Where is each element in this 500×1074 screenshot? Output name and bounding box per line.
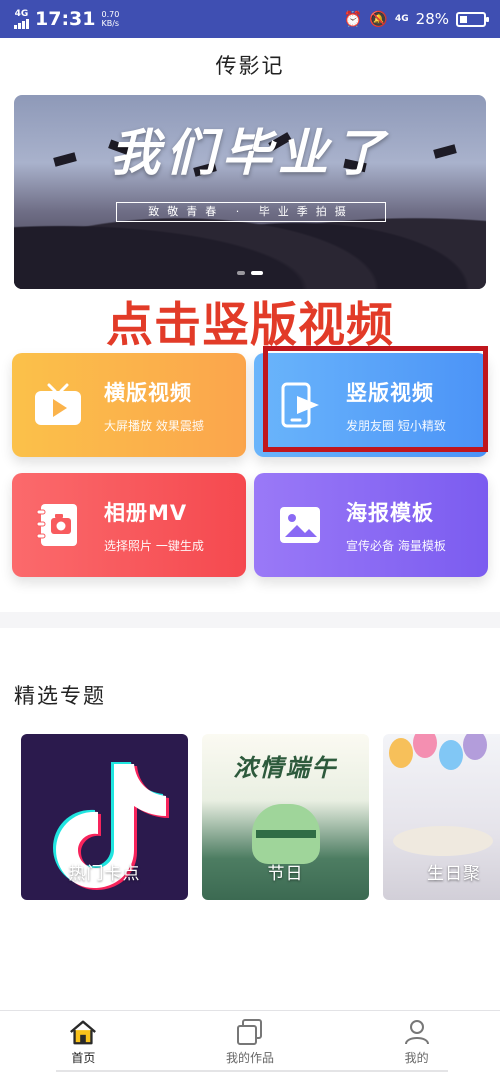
tv-icon bbox=[26, 383, 90, 427]
zongzi-illustration bbox=[252, 804, 320, 864]
home-icon bbox=[68, 1019, 98, 1045]
nav-label: 首页 bbox=[71, 1051, 96, 1065]
album-icon bbox=[26, 500, 90, 550]
annotation-highlight-box bbox=[263, 346, 488, 452]
card-title: 海报模板 bbox=[346, 500, 434, 525]
card-subtitle: 选择照片 一键生成 bbox=[104, 538, 204, 553]
works-icon bbox=[235, 1019, 265, 1045]
topic-label: 生日聚 bbox=[427, 864, 481, 884]
signal-icon: 4G bbox=[14, 9, 29, 29]
status-bar: 4G 17:31 0.70 KB/s ⏰ 🔕 4G 28% bbox=[0, 0, 500, 38]
carousel-dots bbox=[237, 271, 263, 275]
topic-card-birthday[interactable]: 生日聚 bbox=[383, 734, 500, 900]
card-title: 相册MV bbox=[104, 500, 188, 525]
topic-card-festival[interactable]: 浓情端午 节日 bbox=[202, 734, 369, 900]
battery-icon bbox=[456, 11, 489, 27]
profile-icon bbox=[402, 1019, 432, 1045]
horizontal-video-card[interactable]: 横版视频 大屏播放 效果震撼 bbox=[12, 353, 246, 457]
nav-my-works[interactable]: 我的作品 bbox=[167, 1011, 334, 1074]
festival-poster-text: 浓情端午 bbox=[233, 754, 338, 782]
nav-label: 我的作品 bbox=[226, 1051, 275, 1065]
banner-headline: 我们毕业了 bbox=[110, 123, 390, 182]
image-icon bbox=[268, 504, 332, 546]
card-title: 横版视频 bbox=[104, 380, 192, 405]
nav-home[interactable]: 首页 bbox=[0, 1011, 167, 1074]
poster-template-card[interactable]: 海报模板 宣传必备 海量模板 bbox=[254, 473, 488, 577]
topic-card-hot-beats[interactable]: 热门卡点 bbox=[21, 734, 188, 900]
bottom-navigation: 首页 我的作品 我的 bbox=[0, 1010, 500, 1074]
app-screen: 4G 17:31 0.70 KB/s ⏰ 🔕 4G 28% 传影记 我们毕业了 … bbox=[0, 0, 500, 1074]
battery-level: 28% bbox=[415, 10, 449, 28]
featured-topics-title: 精选专题 bbox=[14, 684, 106, 708]
section-divider bbox=[0, 612, 500, 628]
banner-subline: 致敬青春 · 毕业季拍摄 bbox=[116, 202, 386, 222]
card-subtitle: 宣传必备 海量模板 bbox=[346, 538, 446, 553]
page-title: 传影记 bbox=[215, 54, 285, 78]
album-mv-card[interactable]: 相册MV 选择照片 一键生成 bbox=[12, 473, 246, 577]
network-type-right: 4G bbox=[395, 14, 409, 24]
carousel-dot bbox=[237, 271, 245, 275]
carousel-dot-active bbox=[251, 271, 263, 275]
clock: 17:31 bbox=[35, 8, 96, 30]
alarm-icon: ⏰ bbox=[343, 10, 363, 28]
mute-icon: 🔕 bbox=[369, 10, 388, 28]
topic-label: 热门卡点 bbox=[68, 864, 141, 884]
network-speed: 0.70 KB/s bbox=[101, 10, 120, 28]
party-table-illustration bbox=[393, 826, 493, 856]
nav-label: 我的 bbox=[404, 1051, 429, 1065]
nav-profile[interactable]: 我的 bbox=[333, 1011, 500, 1074]
card-subtitle: 大屏播放 效果震撼 bbox=[104, 418, 204, 433]
home-indicator bbox=[56, 1070, 448, 1072]
tutorial-annotation: 点击竖版视频 bbox=[106, 298, 394, 353]
topic-label: 节日 bbox=[267, 864, 304, 884]
banner-carousel[interactable]: 我们毕业了 致敬青春 · 毕业季拍摄 bbox=[14, 95, 486, 289]
